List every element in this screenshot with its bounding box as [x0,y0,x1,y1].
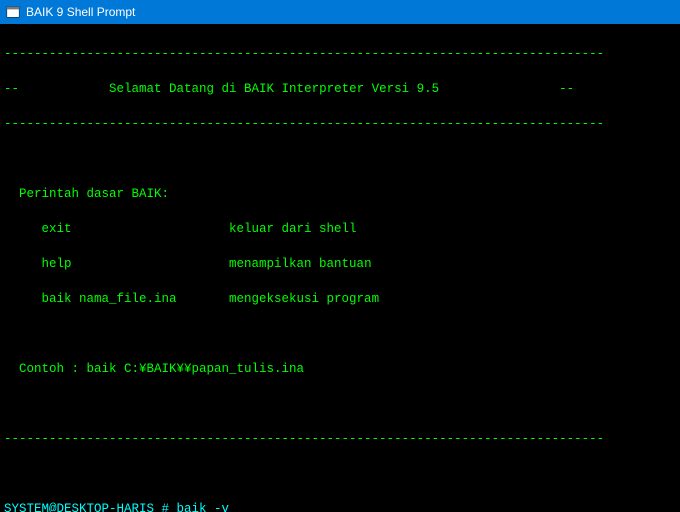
welcome-text: Selamat Datang di BAIK Interpreter Versi… [109,82,439,96]
command-row-baik: baik nama_file.ina mengeksekusi program [4,291,676,309]
welcome-banner: -- Selamat Datang di BAIK Interpreter Ve… [4,81,676,99]
blank-line [4,326,676,344]
blank-line [4,396,676,414]
blank-line [4,466,676,484]
divider-after-welcome: ----------------------------------------… [4,116,676,134]
cmd-desc: mengeksekusi program [177,292,380,306]
command-row-exit: exit keluar dari shell [4,221,676,239]
terminal-area[interactable]: ----------------------------------------… [0,24,680,512]
cmd-name: baik nama_file.ina [4,292,177,306]
blank-line [4,151,676,169]
welcome-prefix: -- [4,82,109,96]
divider-top: ----------------------------------------… [4,46,676,64]
example-line: Contoh : baik C:¥BAIK¥¥papan_tulis.ina [4,361,676,379]
window-title: BAIK 9 Shell Prompt [26,5,135,19]
prompt-host: SYSTEM@DESKTOP-HARIS # [4,502,177,512]
cmd-name: exit [4,222,72,236]
cmd-desc: keluar dari shell [72,222,357,236]
welcome-suffix: -- [439,82,574,96]
app-icon [6,5,20,19]
window-titlebar[interactable]: BAIK 9 Shell Prompt [0,0,680,24]
commands-header: Perintah dasar BAIK: [4,186,676,204]
divider-bottom: ----------------------------------------… [4,431,676,449]
prompt-line-1: SYSTEM@DESKTOP-HARIS # baik -v [4,501,676,512]
cmd-desc: menampilkan bantuan [72,257,372,271]
prompt-command: baik -v [177,502,230,512]
command-row-help: help menampilkan bantuan [4,256,676,274]
cmd-name: help [4,257,72,271]
